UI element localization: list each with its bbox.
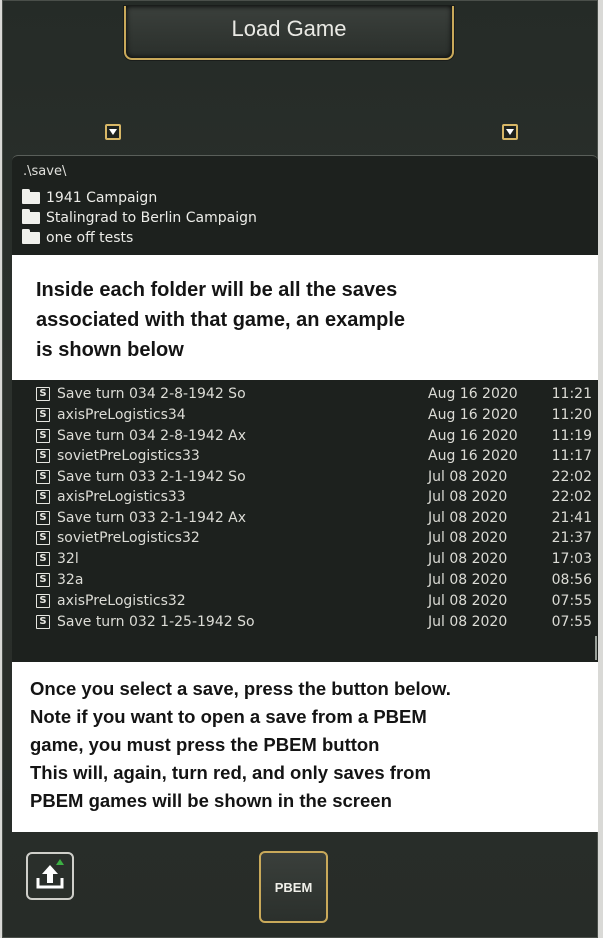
save-time: 11:21 (551, 386, 592, 402)
save-file-icon: S (36, 408, 50, 422)
save-row[interactable]: S Save turn 032 1-25-1942 So Jul 08 2020… (36, 612, 592, 632)
save-date: Jul 08 2020 (428, 551, 508, 567)
save-file-icon: S (36, 531, 50, 545)
save-row[interactable]: S 32l Jul 08 2020 17:03 (36, 549, 592, 569)
save-row[interactable]: S sovietPreLogistics33 Aug 16 2020 11:17 (36, 446, 592, 466)
save-date: Jul 08 2020 (428, 593, 508, 609)
folder-item-stalingrad-to-berlin[interactable]: Stalingrad to Berlin Campaign (22, 209, 257, 226)
save-row[interactable]: S Save turn 033 2-1-1942 So Jul 08 2020 … (36, 467, 592, 487)
save-row[interactable]: S Save turn 033 2-1-1942 Ax Jul 08 2020 … (36, 508, 592, 528)
save-file-icon: S (36, 615, 50, 629)
upload-icon (36, 859, 64, 889)
folder-label: 1941 Campaign (46, 190, 158, 206)
save-row[interactable]: S axisPreLogistics32 Jul 08 2020 07:55 (36, 591, 592, 611)
save-time: 21:37 (551, 530, 592, 546)
pbem-button[interactable]: PBEM (259, 851, 328, 923)
save-time: 11:17 (551, 448, 592, 464)
callout-line: This will, again, turn red, and only sav… (30, 762, 431, 783)
save-file-icon: S (36, 490, 50, 504)
save-file-icon: S (36, 511, 50, 525)
load-save-button[interactable] (26, 852, 74, 900)
save-date: Jul 08 2020 (428, 469, 508, 485)
save-name: sovietPreLogistics33 (57, 448, 200, 464)
save-name: Save turn 034 2-8-1942 So (57, 386, 246, 402)
window-title: Load Game (231, 16, 347, 41)
current-path: .\save\ (23, 164, 67, 179)
pbem-button-label: PBEM (274, 879, 313, 895)
instruction-callout-bottom: Once you select a save, press the button… (12, 662, 598, 832)
folder-item-1941-campaign[interactable]: 1941 Campaign (22, 189, 158, 206)
folder-label: Stalingrad to Berlin Campaign (46, 210, 257, 226)
folder-item-one-off-tests[interactable]: one off tests (22, 229, 134, 246)
save-name: Save turn 033 2-1-1942 So (57, 469, 246, 485)
save-date: Jul 08 2020 (428, 572, 508, 588)
save-date: Aug 16 2020 (428, 448, 518, 464)
save-row[interactable]: S axisPreLogistics33 Jul 08 2020 22:02 (36, 487, 592, 507)
callout-line: Once you select a save, press the button… (30, 678, 451, 699)
left-dropdown-arrow-icon[interactable] (105, 124, 121, 140)
instruction-callout-top: Inside each folder will be all the saves… (12, 255, 598, 380)
save-time: 07:55 (551, 614, 592, 630)
save-date: Aug 16 2020 (428, 428, 518, 444)
save-time: 21:41 (551, 510, 592, 526)
save-list-scrollbar[interactable] (595, 636, 597, 660)
save-name: Save turn 032 1-25-1942 So (57, 614, 255, 630)
save-row[interactable]: S Save turn 034 2-8-1942 Ax Aug 16 2020 … (36, 426, 592, 446)
save-row[interactable]: S sovietPreLogistics32 Jul 08 2020 21:37 (36, 528, 592, 548)
save-file-icon: S (36, 429, 50, 443)
save-file-icon: S (36, 552, 50, 566)
save-name: 32a (57, 572, 84, 588)
save-date: Jul 08 2020 (428, 614, 508, 630)
save-time: 22:02 (551, 469, 592, 485)
save-file-icon: S (36, 449, 50, 463)
callout-line: is shown below (36, 339, 184, 361)
save-name: Save turn 034 2-8-1942 Ax (57, 428, 247, 444)
folder-icon (22, 209, 40, 224)
folder-icon (22, 229, 40, 244)
save-file-icon: S (36, 470, 50, 484)
save-time: 08:56 (551, 572, 592, 588)
save-time: 17:03 (551, 551, 592, 567)
save-date: Jul 08 2020 (428, 530, 508, 546)
callout-line: game, you must press the PBEM button (30, 734, 380, 755)
callout-line: associated with that game, an example (36, 309, 406, 331)
save-name: 32l (57, 551, 79, 567)
save-time: 11:19 (551, 428, 592, 444)
title-bar: Load Game (124, 6, 454, 60)
save-date: Jul 08 2020 (428, 510, 508, 526)
save-time: 22:02 (551, 489, 592, 505)
save-name: sovietPreLogistics32 (57, 530, 200, 546)
save-time: 07:55 (551, 593, 592, 609)
save-name: axisPreLogistics33 (57, 489, 186, 505)
save-time: 11:20 (551, 407, 592, 423)
save-name: axisPreLogistics34 (57, 407, 186, 423)
save-row[interactable]: S Save turn 034 2-8-1942 So Aug 16 2020 … (36, 384, 592, 404)
save-file-icon: S (36, 594, 50, 608)
save-row[interactable]: S axisPreLogistics34 Aug 16 2020 11:20 (36, 405, 592, 425)
folder-label: one off tests (46, 230, 134, 246)
save-date: Aug 16 2020 (428, 407, 518, 423)
save-file-icon: S (36, 573, 50, 587)
save-date: Jul 08 2020 (428, 489, 508, 505)
save-date: Aug 16 2020 (428, 386, 518, 402)
save-name: Save turn 033 2-1-1942 Ax (57, 510, 247, 526)
folder-icon (22, 189, 40, 204)
callout-line: Inside each folder will be all the saves (36, 279, 398, 301)
save-row[interactable]: S 32a Jul 08 2020 08:56 (36, 570, 592, 590)
callout-line: Note if you want to open a save from a P… (30, 706, 427, 727)
right-dropdown-arrow-icon[interactable] (502, 124, 518, 140)
save-file-icon: S (36, 387, 50, 401)
save-name: axisPreLogistics32 (57, 593, 186, 609)
save-file-list: S Save turn 034 2-8-1942 So Aug 16 2020 … (12, 380, 598, 662)
callout-line: PBEM games will be shown in the screen (30, 790, 392, 811)
